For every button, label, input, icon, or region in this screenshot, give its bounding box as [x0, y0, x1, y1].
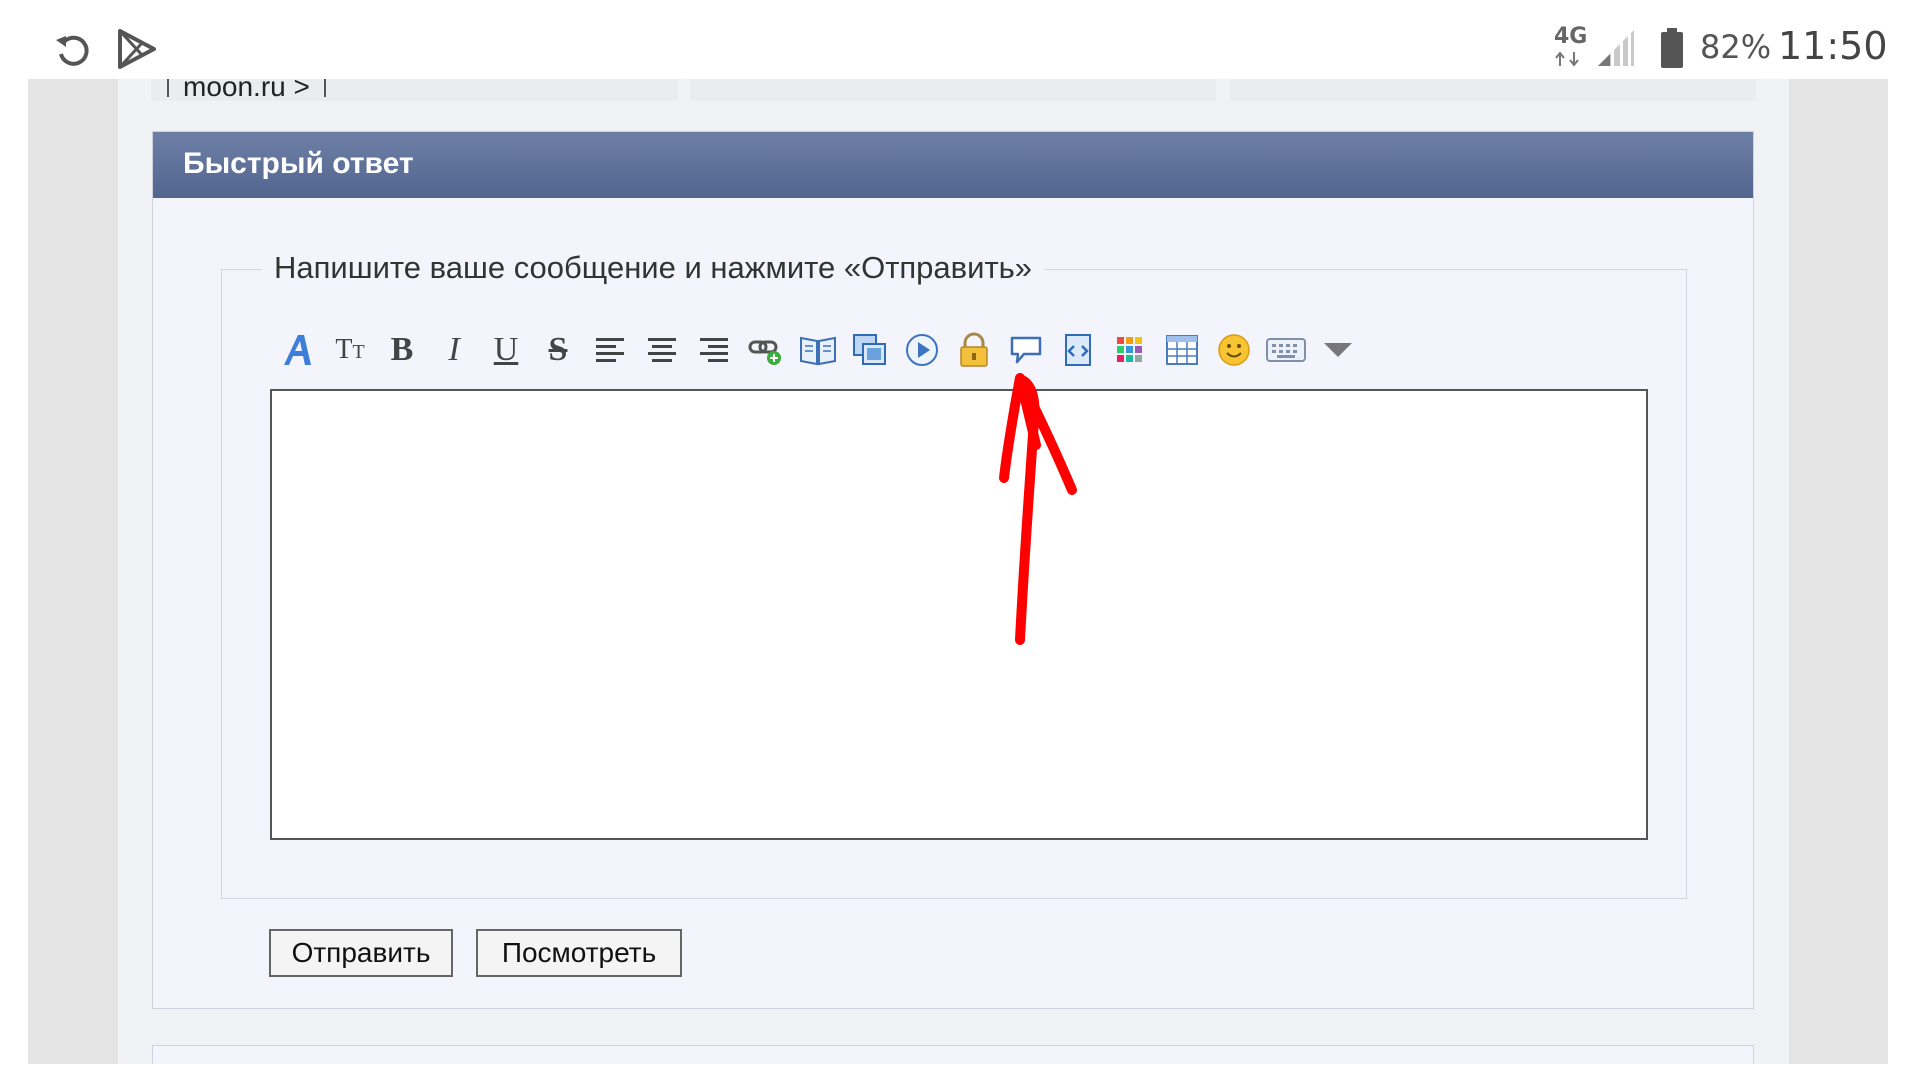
more-dropdown-icon[interactable] — [1314, 325, 1362, 375]
breadcrumb-separator: > — [293, 79, 310, 102]
underline-icon[interactable]: U — [482, 325, 530, 375]
header-strip — [1230, 79, 1756, 101]
forum-page: moon.ru > Быстрый ответ Напишите ваше со… — [118, 79, 1789, 1064]
message-legend: Напишите ваше сообщение и нажмите «Отпра… — [262, 250, 1045, 286]
header-strip — [690, 79, 1216, 101]
italic-icon[interactable]: I — [430, 325, 478, 375]
signal-icon — [1598, 30, 1634, 66]
message-fieldset: Напишите ваше сообщение и нажмите «Отпра… — [221, 250, 1687, 899]
align-left-icon[interactable] — [586, 325, 634, 375]
bold-icon[interactable]: B — [378, 325, 426, 375]
breadcrumb-link[interactable]: moon.ru — [183, 79, 286, 102]
insert-image-icon[interactable] — [846, 325, 894, 375]
keyboard-icon[interactable] — [1262, 325, 1310, 375]
next-panel — [152, 1045, 1754, 1064]
rotate-icon — [56, 35, 89, 66]
align-right-icon[interactable] — [690, 325, 738, 375]
status-bar: 4G 82% 11:50 — [0, 0, 1920, 90]
submit-button[interactable]: Отправить — [269, 929, 453, 977]
table-icon[interactable] — [1158, 325, 1206, 375]
quick-reply-header: Быстрый ответ — [153, 132, 1753, 198]
font-color-icon[interactable] — [274, 325, 322, 375]
strikethrough-icon[interactable]: S — [534, 325, 582, 375]
preview-button[interactable]: Посмотреть — [476, 929, 682, 977]
smiley-icon[interactable] — [1210, 325, 1258, 375]
breadcrumb[interactable]: moon.ru > — [153, 79, 340, 101]
book-icon[interactable] — [794, 325, 842, 375]
quick-reply-title: Быстрый ответ — [183, 147, 414, 180]
align-center-icon[interactable] — [638, 325, 686, 375]
color-palette-icon[interactable] — [1106, 325, 1154, 375]
message-editor[interactable] — [270, 389, 1648, 840]
network-type-label: 4G — [1554, 26, 1592, 72]
quick-reply-panel: Быстрый ответ Напишите ваше сообщение и … — [152, 131, 1754, 1009]
font-size-icon[interactable]: TT — [326, 325, 374, 375]
clock: 11:50 — [1778, 24, 1888, 68]
code-icon[interactable] — [1054, 325, 1102, 375]
insert-link-icon[interactable] — [742, 325, 790, 375]
lock-icon[interactable] — [950, 325, 998, 375]
video-play-icon[interactable] — [898, 325, 946, 375]
battery-icon — [1661, 28, 1683, 68]
speech-bubble-icon[interactable] — [1002, 325, 1050, 375]
play-store-icon — [118, 29, 156, 69]
battery-percent: 82% — [1700, 28, 1772, 66]
